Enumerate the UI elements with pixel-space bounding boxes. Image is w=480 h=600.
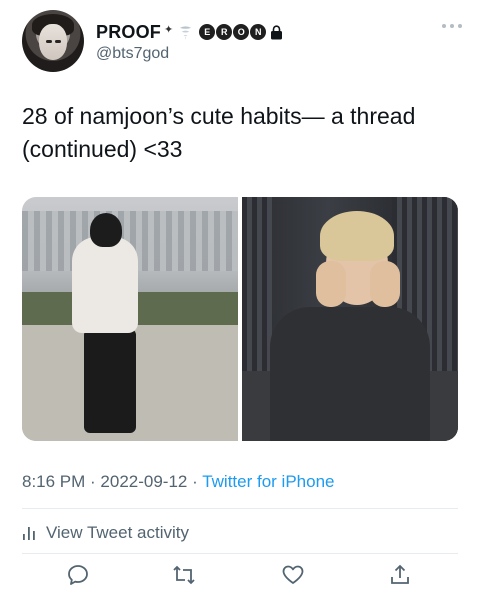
tweet-text-line: (continued) <33: [22, 136, 183, 162]
circled-letter: R: [216, 24, 233, 40]
tweet-text: 28 of namjoon’s cute habits— a thread (c…: [22, 100, 462, 166]
tweet-date[interactable]: 2022-09-12: [100, 472, 187, 491]
user-handle[interactable]: @bts7god: [96, 45, 169, 63]
like-icon[interactable]: [281, 563, 305, 587]
divider: [22, 508, 458, 509]
tweet-header: PROOF ✦ E R O N @bts7god: [22, 10, 462, 76]
person-shirt: [270, 307, 430, 441]
display-name[interactable]: PROOF: [96, 22, 161, 43]
avatar-eye-left: [46, 40, 52, 43]
photo-left[interactable]: [22, 197, 238, 441]
divider: [22, 553, 458, 554]
person-hand-left: [316, 261, 346, 307]
avatar-face: [39, 24, 67, 60]
sparkle-icon: ✦: [164, 23, 174, 36]
share-icon[interactable]: [388, 563, 412, 587]
meta-separator: ·: [187, 472, 203, 491]
avatar[interactable]: [22, 10, 84, 72]
view-activity-link[interactable]: View Tweet activity: [22, 521, 189, 545]
tornado-emoji-icon: [180, 25, 192, 40]
tweet-text-line: 28 of namjoon’s cute habits— a thread: [22, 103, 416, 129]
tweet-media[interactable]: [22, 197, 458, 441]
person-bucket-hat: [90, 213, 122, 247]
retweet-icon[interactable]: [172, 563, 196, 587]
tweet-meta: 8:16 PM · 2022-09-12 · Twitter for iPhon…: [22, 472, 334, 492]
tweet-time[interactable]: 8:16 PM: [22, 472, 85, 491]
lock-icon: [271, 24, 283, 39]
circled-letter: N: [250, 24, 267, 40]
avatar-eye-right: [55, 40, 61, 43]
circled-letters: E R O N: [199, 24, 267, 40]
person-hair: [320, 211, 394, 261]
name-row: PROOF ✦ E R O N: [96, 20, 283, 44]
view-activity-label[interactable]: View Tweet activity: [46, 523, 189, 543]
reply-icon[interactable]: [66, 563, 90, 587]
person-hoodie: [72, 237, 138, 333]
person-legs: [84, 329, 136, 433]
person-hand-right: [370, 261, 400, 307]
action-bar: [22, 563, 462, 593]
bar-chart-icon: [23, 527, 35, 540]
meta-separator: ·: [85, 472, 101, 491]
circled-letter: O: [233, 24, 250, 40]
photo-right[interactable]: [242, 197, 458, 441]
circled-letter: E: [199, 24, 216, 40]
more-dots-icon[interactable]: [442, 24, 462, 30]
tweet-source[interactable]: Twitter for iPhone: [202, 472, 334, 491]
